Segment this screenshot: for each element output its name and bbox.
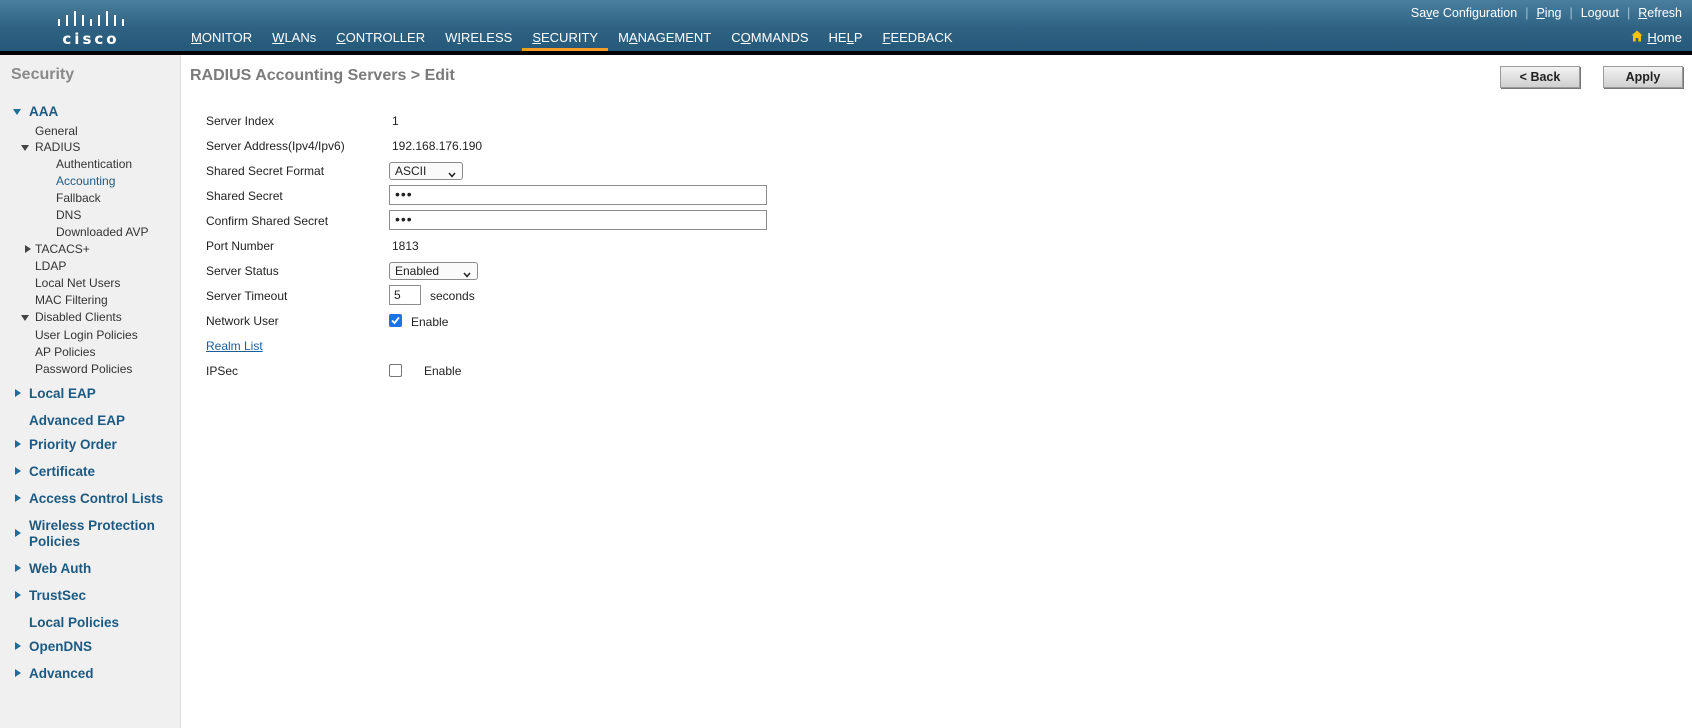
sidebar-item-dns[interactable]: DNS (56, 208, 81, 222)
caret-right-icon (25, 245, 31, 253)
shared-secret-label: Shared Secret (206, 189, 283, 203)
top-header: cisco MONITOR WLANs CONTROLLER WIRELESS … (0, 0, 1692, 52)
server-status-label: Server Status (206, 264, 279, 278)
security-sidebar: Security AAA General RADIUS Authenticati… (0, 55, 181, 728)
server-index-label: Server Index (206, 114, 275, 128)
ipsec-checkbox[interactable] (389, 364, 402, 377)
page-title: RADIUS Accounting Servers > Edit (190, 67, 455, 84)
sidebar-item-user-login-policies[interactable]: User Login Policies (35, 328, 138, 342)
save-configuration-link[interactable]: Save Configuration (1405, 6, 1523, 20)
sidebar-item-certificate[interactable]: Certificate (29, 464, 95, 479)
sidebar-item-accounting[interactable]: Accounting (56, 174, 115, 188)
sidebar-item-radius[interactable]: RADIUS (35, 140, 80, 154)
home-icon (1631, 30, 1643, 45)
timeout-unit: seconds (430, 289, 475, 303)
nav-help[interactable]: HELP (819, 30, 873, 51)
confirm-secret-label: Confirm Shared Secret (206, 214, 329, 228)
sidebar-item-wireless-protection-line1[interactable]: Wireless Protection (29, 518, 155, 533)
header-links: Save Configuration | Ping | Logout | Ref… (1405, 6, 1682, 20)
cisco-logo: cisco (56, 8, 126, 48)
nav-wireless[interactable]: WIRELESS (435, 30, 522, 51)
caret-down-icon (21, 145, 29, 151)
server-timeout-label: Server Timeout (206, 289, 288, 303)
sidebar-item-priority-order[interactable]: Priority Order (29, 437, 117, 452)
port-number-label: Port Number (206, 239, 275, 253)
logo-text: cisco (62, 30, 120, 48)
caret-right-icon (15, 669, 21, 677)
caret-right-icon (15, 642, 21, 650)
network-user-checkbox[interactable] (389, 314, 402, 327)
caret-right-icon (15, 467, 21, 475)
back-button[interactable]: < Back (1500, 66, 1580, 88)
sidebar-item-web-auth[interactable]: Web Auth (29, 561, 91, 576)
nav-monitor[interactable]: MONITOR (181, 30, 262, 51)
sidebar-item-ldap[interactable]: LDAP (35, 259, 66, 273)
nav-security[interactable]: SECURITY (522, 30, 608, 52)
shared-secret-input[interactable]: ••• (389, 185, 767, 205)
ping-link[interactable]: Ping (1530, 6, 1567, 20)
caret-right-icon (15, 440, 21, 448)
caret-down-icon (21, 315, 29, 321)
nav-controller[interactable]: CONTROLLER (326, 30, 435, 51)
nav-wlans[interactable]: WLANs (262, 30, 326, 51)
secret-format-select[interactable]: ASCII (389, 162, 463, 180)
logout-link[interactable]: Logout (1575, 6, 1625, 20)
sidebar-item-downloaded-avp[interactable]: Downloaded AVP (56, 225, 149, 239)
server-timeout-input[interactable]: 5 (389, 285, 421, 305)
chevron-down-icon (448, 167, 456, 181)
sidebar-item-general[interactable]: General (35, 124, 78, 138)
sidebar-item-trustsec[interactable]: TrustSec (29, 588, 86, 603)
port-number-value: 1813 (392, 239, 419, 253)
nav-management[interactable]: MANAGEMENT (608, 30, 721, 51)
sidebar-item-wireless-protection-line2[interactable]: Policies (29, 534, 80, 549)
caret-down-icon (13, 109, 21, 115)
sidebar-item-access-control-lists[interactable]: Access Control Lists (29, 491, 163, 506)
caret-right-icon (15, 529, 21, 537)
chevron-down-icon (463, 267, 471, 281)
sidebar-item-local-eap[interactable]: Local EAP (29, 386, 96, 401)
caret-right-icon (15, 494, 21, 502)
network-user-label: Network User (206, 314, 279, 328)
confirm-secret-input[interactable]: ••• (389, 210, 767, 230)
sidebar-item-advanced[interactable]: Advanced (29, 666, 94, 681)
sidebar-item-authentication[interactable]: Authentication (56, 157, 132, 171)
caret-right-icon (15, 389, 21, 397)
sidebar-item-local-policies[interactable]: Local Policies (29, 615, 119, 630)
nav-feedback[interactable]: FEEDBACK (873, 30, 963, 51)
check-icon (391, 316, 400, 325)
sidebar-title: Security (11, 66, 75, 83)
sidebar-item-local-net-users[interactable]: Local Net Users (35, 276, 120, 290)
sidebar-item-fallback[interactable]: Fallback (56, 191, 101, 205)
caret-right-icon (15, 564, 21, 572)
sidebar-item-tacacs[interactable]: TACACS+ (35, 242, 90, 256)
server-index-value: 1 (392, 114, 399, 128)
sidebar-item-mac-filtering[interactable]: MAC Filtering (35, 293, 108, 307)
network-user-enable-label: Enable (411, 315, 449, 329)
server-address-label: Server Address(Ipv4/Ipv6) (206, 139, 345, 153)
sidebar-item-advanced-eap[interactable]: Advanced EAP (29, 413, 125, 428)
server-address-value: 192.168.176.190 (392, 139, 483, 153)
refresh-link[interactable]: Refresh (1632, 6, 1682, 20)
sidebar-item-password-policies[interactable]: Password Policies (35, 362, 132, 376)
sidebar-item-disabled-clients[interactable]: Disabled Clients (35, 310, 122, 324)
home-link[interactable]: Home (1631, 30, 1682, 45)
apply-button[interactable]: Apply (1603, 66, 1683, 88)
secret-format-label: Shared Secret Format (206, 164, 325, 178)
server-status-select[interactable]: Enabled (389, 262, 478, 280)
sidebar-item-aaa[interactable]: AAA (29, 104, 58, 119)
realm-list-link[interactable]: Realm List (206, 339, 263, 353)
sidebar-item-ap-policies[interactable]: AP Policies (35, 345, 95, 359)
ipsec-enable-label: Enable (424, 364, 462, 378)
nav-commands[interactable]: COMMANDS (721, 30, 818, 51)
caret-right-icon (15, 591, 21, 599)
ipsec-label: IPSec (206, 364, 239, 378)
header-divider (0, 51, 1692, 55)
sidebar-item-opendns[interactable]: OpenDNS (29, 639, 92, 654)
